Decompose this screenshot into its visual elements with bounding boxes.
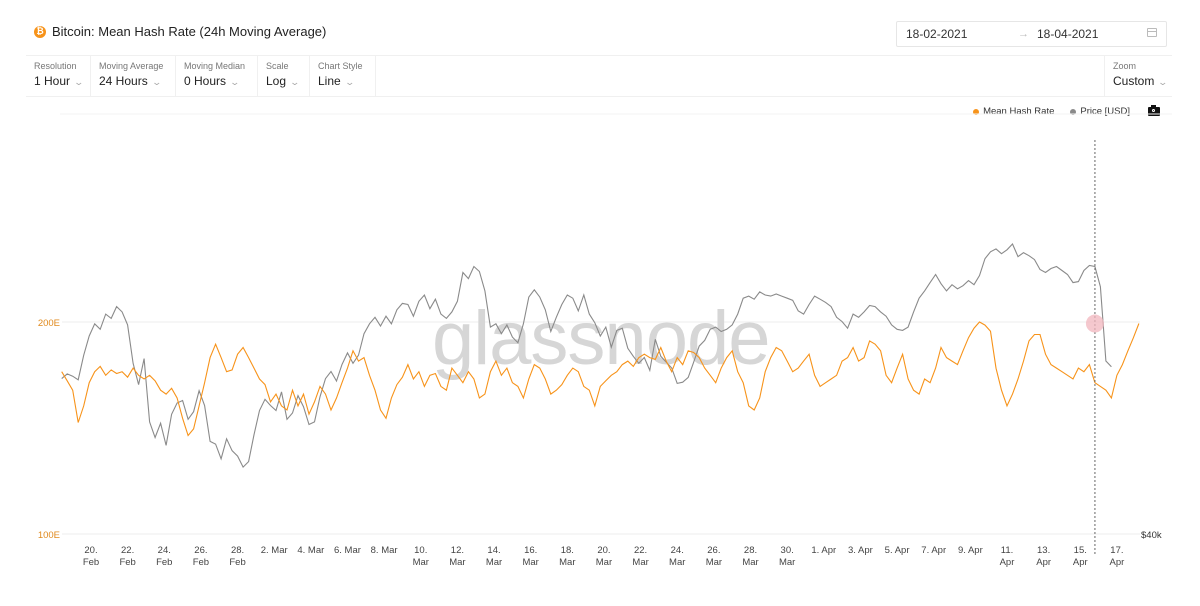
x-tick-label: Mar [486, 557, 502, 568]
x-tick-label: Feb [193, 557, 209, 568]
x-tick-label: 22. [634, 545, 647, 556]
x-tick-label: Mar [632, 557, 648, 568]
x-tick-label: 13. [1037, 545, 1050, 556]
x-tick-label: 10. [414, 545, 427, 556]
x-tick-label: Mar [669, 557, 685, 568]
x-tick-label: 8. Mar [371, 545, 398, 556]
x-tick-label: 4. Mar [297, 545, 324, 556]
x-tick-label: 17. [1110, 545, 1123, 556]
x-tick-label: Mar [449, 557, 465, 568]
chart-canvas: glassnode 200E100E $40k 20.Feb22.Feb24.Fe… [38, 0, 1172, 568]
x-tick-label: 3. Apr [848, 545, 873, 556]
x-tick-label: 5. Apr [885, 545, 910, 556]
x-tick-label: 24. [158, 545, 171, 556]
x-tick-label: 15. [1074, 545, 1087, 556]
x-tick-label: 26. [194, 545, 207, 556]
x-tick-label: Apr [1110, 557, 1125, 568]
x-tick-label: 11. [1001, 545, 1014, 556]
x-tick-label: 30. [781, 545, 794, 556]
x-tick-label: 28. [744, 545, 757, 556]
x-tick-label: Mar [413, 557, 429, 568]
x-tick-label: 18. [561, 545, 574, 556]
x-tick-label: 20. [84, 545, 97, 556]
x-tick-label: Apr [1073, 557, 1088, 568]
x-tick-label: 28. [231, 545, 244, 556]
highlight-marker [1085, 314, 1104, 333]
x-tick-label: 6. Mar [334, 545, 361, 556]
watermark: glassnode [432, 296, 770, 381]
x-tick-label: Mar [779, 557, 795, 568]
x-tick-label: Mar [559, 557, 575, 568]
data-point-price [1122, 0, 1123, 1]
data-point-price [1116, 0, 1117, 1]
x-tick-label: Mar [522, 557, 538, 568]
x-tick-label: Apr [1000, 557, 1015, 568]
x-tick-label: 26. [707, 545, 720, 556]
x-tick-label: 14. [487, 545, 500, 556]
y-tick-label: 100E [38, 530, 60, 541]
x-tick-label: 1. Apr [811, 545, 836, 556]
series-points [61, 0, 1139, 468]
x-tick-label: 16. [524, 545, 537, 556]
x-tick-label: Feb [156, 557, 172, 568]
x-tick-label: 20. [597, 545, 610, 556]
x-tick-label: Feb [229, 557, 245, 568]
x-tick-label: 9. Apr [958, 545, 983, 556]
x-tick-label: Mar [742, 557, 758, 568]
x-tick-label: Mar [706, 557, 722, 568]
x-tick-label: Apr [1036, 557, 1051, 568]
x-tick-label: 12. [451, 545, 464, 556]
y-tick-label: 200E [38, 318, 60, 329]
data-point-price [1138, 0, 1139, 1]
x-tick-label: 22. [121, 545, 134, 556]
x-tick-label: Mar [596, 557, 612, 568]
x-tick-label: Feb [83, 557, 99, 568]
x-tick-label: 24. [671, 545, 684, 556]
y2-tick-label: $40k [1141, 530, 1162, 541]
x-tick-label: 7. Apr [921, 545, 946, 556]
x-axis: 20.Feb22.Feb24.Feb26.Feb28.Feb2. Mar 4. M… [83, 545, 1125, 568]
data-point-price [1127, 0, 1128, 1]
x-tick-label: 2. Mar [261, 545, 288, 556]
data-point-price [1133, 0, 1134, 1]
x-tick-label: Feb [119, 557, 135, 568]
